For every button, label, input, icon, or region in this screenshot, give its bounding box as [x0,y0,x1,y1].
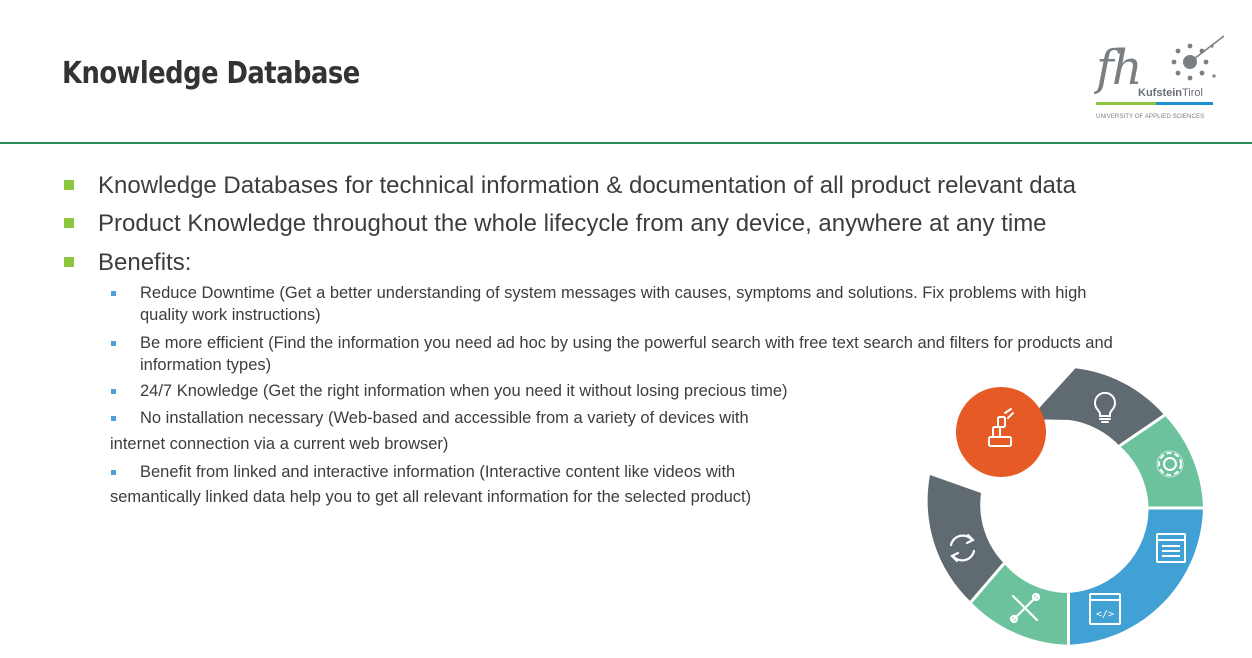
bullet-small-icon [111,291,116,296]
logo-burst-icon [1171,35,1225,81]
header-divider [0,142,1252,144]
benefit-text-line1: No installation necessary (Web-based and… [140,409,749,427]
benefit-text-line2: internet connection via a current web br… [110,435,449,453]
bullet-small-icon [111,416,116,421]
svg-text:KufsteinTirol: KufsteinTirol [1138,87,1203,99]
bullet-text: Knowledge Databases for technical inform… [98,172,1076,199]
bullet-square-icon [64,218,74,228]
benefit-text-line1: Reduce Downtime (Get a better understand… [140,284,1087,302]
benefit-text-line1: Benefit from linked and interactive info… [140,463,736,481]
bullet-text: Product Knowledge throughout the whole l… [98,210,1047,237]
benefit-text-line2: quality work instructions) [140,306,321,324]
university-logo: fh KufsteinTirol UNIVERSITY OF APPLIED S… [1094,35,1225,120]
svg-text:</>: </> [1096,609,1114,620]
bullet-square-icon [64,180,74,190]
benefit-text-line1: 24/7 Knowledge (Get the right informatio… [140,382,788,400]
logo-mark: fh [1094,40,1141,96]
bullet-text: Benefits: [98,249,192,276]
lifecycle-wheel: </> [927,368,1203,645]
bullet-small-icon [111,470,116,475]
logo-name-bold: Kufstein [1138,87,1182,99]
bullet-small-icon [111,341,116,346]
logo-name-light: Tirol [1182,87,1203,99]
bullet-small-icon [111,389,116,394]
segment-blue-right [1068,508,1203,645]
bullet-square-icon [64,257,74,267]
benefit-text-line2: semantically linked data help you to get… [110,488,752,506]
page-title: Knowledge Database [62,56,360,91]
logo-tagline: UNIVERSITY OF APPLIED SCIENCES [1096,113,1204,120]
benefit-text-line1: Be more efficient (Find the information … [140,334,1113,352]
